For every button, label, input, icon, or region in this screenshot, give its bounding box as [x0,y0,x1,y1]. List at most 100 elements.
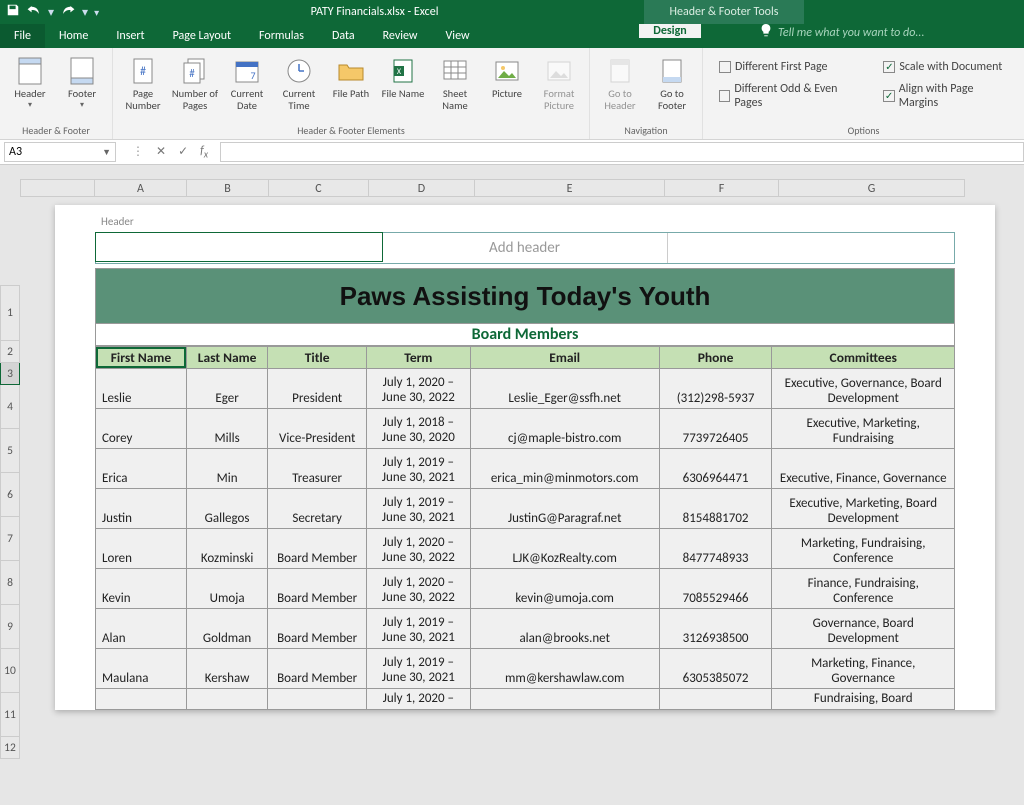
cell-term[interactable]: July 1, 2020 –June 30, 2022 [367,529,471,569]
cell-title[interactable] [268,689,367,710]
cell-phone[interactable]: (312)298-5937 [659,369,772,409]
number-of-pages-button[interactable]: #Number of Pages [171,50,219,111]
cell-email[interactable]: kevin@umoja.com [470,569,659,609]
tab-design[interactable]: Design [639,24,700,38]
qat-customize-icon[interactable]: ▾ [94,6,99,19]
cell-term[interactable]: July 1, 2019 –June 30, 2021 [367,449,471,489]
col-E[interactable]: E [475,179,665,197]
cell-committees[interactable]: Executive, Marketing, Board Development [772,489,955,529]
cell-last-name[interactable] [186,689,267,710]
cell-term[interactable]: July 1, 2019 –June 30, 2021 [367,649,471,689]
cell-title[interactable]: President [268,369,367,409]
row-2[interactable]: 2 [0,341,20,363]
cell-committees[interactable]: Executive, Finance, Governance [772,449,955,489]
cell-email[interactable]: Leslie_Eger@ssfh.net [470,369,659,409]
footer-button[interactable]: Footer▾ [58,50,106,110]
cell-committees[interactable]: Fundraising, Board [772,689,955,710]
th-email[interactable]: Email [470,347,659,369]
sheet-name-button[interactable]: Sheet Name [431,50,479,111]
row-6[interactable]: 6 [0,473,20,517]
th-committees[interactable]: Committees [772,347,955,369]
cell-email[interactable]: JustinG@Paragraf.net [470,489,659,529]
redo-icon[interactable] [60,3,76,21]
cell-phone[interactable]: 7085529466 [659,569,772,609]
cell-first-name[interactable]: Erica [96,449,187,489]
cell-title[interactable]: Board Member [268,529,367,569]
cell-email[interactable]: mm@kershawlaw.com [470,649,659,689]
tell-me-search[interactable]: Tell me what you want to do... [740,24,924,42]
cell-phone[interactable]: 6306964471 [659,449,772,489]
cell-last-name[interactable]: Umoja [186,569,267,609]
col-B[interactable]: B [187,179,269,197]
th-last-name[interactable]: Last Name [186,347,267,369]
cell-title[interactable]: Board Member [268,569,367,609]
cell-committees[interactable]: Marketing, Fundraising, Conference [772,529,955,569]
different-first-page-checkbox[interactable]: Different First Page [719,60,859,74]
cell-term[interactable]: July 1, 2018 –June 30, 2020 [367,409,471,449]
cell-committees[interactable]: Marketing, Finance, Governance [772,649,955,689]
cell-term[interactable]: July 1, 2019 –June 30, 2021 [367,609,471,649]
cell-title[interactable]: Vice-President [268,409,367,449]
cell-committees[interactable]: Executive, Marketing, Fundraising [772,409,955,449]
cancel-formula-icon[interactable]: ✕ [156,144,166,159]
cell-last-name[interactable]: Kozminski [186,529,267,569]
header-button[interactable]: Header▾ [6,50,54,110]
cell-phone[interactable]: 6305385072 [659,649,772,689]
cell-first-name[interactable] [96,689,187,710]
cell-title[interactable]: Treasurer [268,449,367,489]
th-title[interactable]: Title [268,347,367,369]
page-number-button[interactable]: #Page Number [119,50,167,111]
cell-last-name[interactable]: Gallegos [186,489,267,529]
cell-last-name[interactable]: Mills [186,409,267,449]
cell-email[interactable]: cj@maple-bistro.com [470,409,659,449]
goto-footer-button[interactable]: Go to Footer [648,50,696,111]
cell-term[interactable]: July 1, 2020 –June 30, 2022 [367,369,471,409]
current-date-button[interactable]: 7Current Date [223,50,271,111]
cell-phone[interactable] [659,689,772,710]
file-name-button[interactable]: XFile Name [379,50,427,100]
tab-view[interactable]: View [432,24,484,48]
redo-dropdown-icon[interactable]: ▾ [82,5,88,20]
formula-input[interactable] [220,142,1024,162]
row-10[interactable]: 10 [0,649,20,693]
col-F[interactable]: F [665,179,779,197]
row-1[interactable]: 1 [0,285,20,341]
enter-formula-icon[interactable]: ✓ [178,144,188,159]
cell-email[interactable]: LJK@KozRealty.com [470,529,659,569]
fx-icon[interactable]: fx [200,144,208,160]
cell-first-name[interactable]: Kevin [96,569,187,609]
worksheet-area[interactable]: A B C D E F G 1 2 3 4 5 6 7 8 9 10 11 12… [0,165,1024,805]
chevron-down-icon[interactable]: ▼ [102,147,111,158]
col-D[interactable]: D [369,179,475,197]
cell-first-name[interactable]: Corey [96,409,187,449]
tab-data[interactable]: Data [318,24,369,48]
different-odd-even-checkbox[interactable]: Different Odd & Even Pages [719,82,859,110]
cell-email[interactable]: alan@brooks.net [470,609,659,649]
th-first-name[interactable]: First Name [96,347,187,369]
cell-first-name[interactable]: Leslie [96,369,187,409]
tab-formulas[interactable]: Formulas [245,24,318,48]
row-7[interactable]: 7 [0,517,20,561]
row-5[interactable]: 5 [0,429,20,473]
cell-title[interactable]: Secretary [268,489,367,529]
cell-last-name[interactable]: Eger [186,369,267,409]
align-with-margins-checkbox[interactable]: ✓Align with Page Margins [883,82,1008,110]
current-time-button[interactable]: Current Time [275,50,323,111]
tab-file[interactable]: File [0,24,45,48]
header-center-section[interactable]: Add header [382,233,669,263]
cell-phone[interactable]: 7739726405 [659,409,772,449]
cell-last-name[interactable]: Goldman [186,609,267,649]
cell-email[interactable]: erica_min@minmotors.com [470,449,659,489]
cell-committees[interactable]: Executive, Governance, Board Development [772,369,955,409]
scale-with-document-checkbox[interactable]: ✓Scale with Document [883,60,1008,74]
undo-dropdown-icon[interactable]: ▾ [48,5,54,20]
cell-first-name[interactable]: Maulana [96,649,187,689]
name-box[interactable]: A3▼ [4,142,116,162]
cell-title[interactable]: Board Member [268,649,367,689]
row-12[interactable]: 12 [0,737,20,759]
cell-phone[interactable]: 8154881702 [659,489,772,529]
picture-button[interactable]: Picture [483,50,531,100]
save-icon[interactable] [6,3,20,21]
cell-term[interactable]: July 1, 2020 –June 30, 2022 [367,569,471,609]
cell-title[interactable]: Board Member [268,609,367,649]
